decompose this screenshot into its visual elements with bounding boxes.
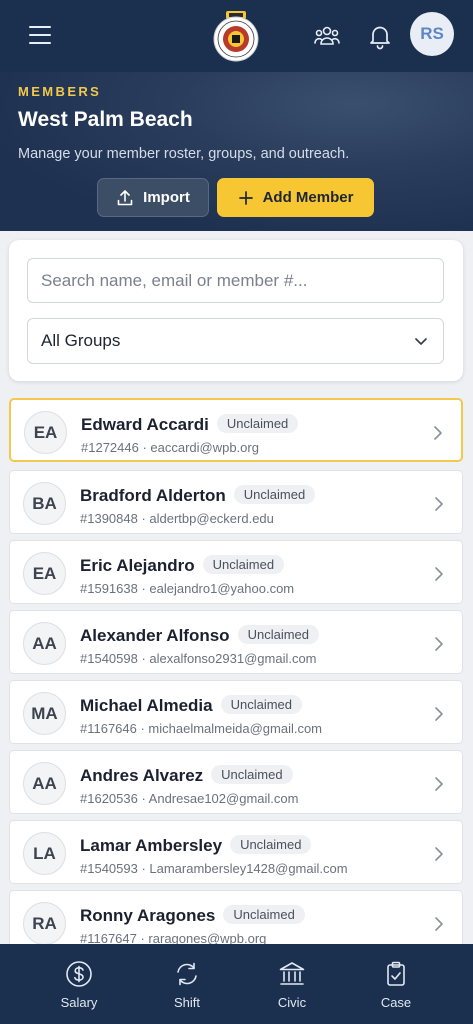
member-details: #1272446 · eaccardi@wpb.org [81,440,259,455]
member-name: Edward Accardi [81,415,209,434]
status-badge: Unclaimed [223,905,305,924]
member-row[interactable]: LA Lamar Ambersley Unclaimed #1540593 · L… [9,820,463,884]
member-avatar: BA [23,482,66,525]
nav-label: Shift [173,995,200,1010]
status-badge: Unclaimed [211,765,293,784]
member-name: Bradford Alderton [80,486,226,505]
groups-icon[interactable] [313,22,341,50]
nav-item-salary[interactable]: Salary [39,944,119,1024]
chevron-down-icon [415,338,427,345]
chevron-right-icon [435,707,443,721]
status-badge: Unclaimed [230,835,312,854]
page-title: West Palm Beach [18,108,193,131]
chevron-right-icon [435,497,443,511]
section-eyebrow: MEMBERS [18,84,102,99]
chevron-right-icon [435,637,443,651]
member-details: #1591638 · ealejandro1@yahoo.com [80,581,295,596]
member-details: #1390848 · aldertbp@eckerd.edu [80,511,274,526]
upload-icon [117,189,133,205]
status-badge: Unclaimed [216,414,299,433]
chevron-right-icon [435,917,443,931]
member-row[interactable]: EA Eric Alejandro Unclaimed #1591638 · ea… [9,540,463,604]
nav-label: Case [380,995,412,1010]
swap-icon [177,962,197,986]
member-row[interactable]: MA Michael Almedia Unclaimed #1167646 · m… [9,680,463,744]
import-button-label: Import [143,189,190,206]
status-badge: Unclaimed [233,485,316,504]
member-details: #1167646 · michaelmalmeida@gmail.com [80,721,323,736]
search-input[interactable] [27,258,444,303]
add-member-button[interactable]: Add Member [217,178,374,217]
member-avatar: RA [23,902,66,945]
import-button[interactable]: Import [97,178,209,217]
member-row[interactable]: AA Alexander Alfonso Unclaimed #1540598 ·… [9,610,463,674]
chevron-right-icon [435,777,443,791]
nav-item-shift[interactable]: Shift [147,944,227,1024]
member-name: Andres Alvarez [80,766,204,785]
dollar-icon [66,961,92,987]
status-badge: Unclaimed [202,555,285,574]
member-avatar: MA [23,692,66,735]
clipboard-icon [387,961,405,986]
members-hero: MEMBERS West Palm Beach Manage your memb… [0,72,473,231]
member-avatar: LA [23,832,66,875]
nav-label: Civic [277,995,307,1010]
chevron-right-icon [435,847,443,861]
member-name: Eric Alejandro [80,556,195,575]
nav-item-case[interactable]: Case [356,944,436,1024]
member-row[interactable]: AA Andres Alvarez Unclaimed #1620536 · An… [9,750,463,814]
nav-label: Salary [60,995,98,1010]
plus-icon [238,190,253,205]
building-icon [279,962,305,985]
chevron-right-icon [434,426,442,440]
nav-item-civic[interactable]: Civic [252,944,332,1024]
member-name: Lamar Ambersley [80,836,223,855]
member-avatar: EA [24,411,67,454]
group-select-value: All Groups [41,331,121,350]
bell-icon[interactable] [366,22,394,50]
member-name: Ronny Aragones [80,906,216,925]
bottom-nav: Salary Shift Civic Case [0,944,473,1024]
status-badge: Unclaimed [237,625,319,644]
group-select[interactable]: All Groups [27,318,444,364]
member-details: #1540593 · Lamarambersley1428@gmail.com [80,861,348,876]
page-subtitle: Manage your member roster, groups, and o… [18,146,350,162]
member-row[interactable]: BA Bradford Alderton Unclaimed #1390848 ·… [9,470,463,534]
top-bar: RS [0,0,473,72]
member-row[interactable]: EA Edward Accardi Unclaimed #1272446 · ea… [9,398,463,462]
member-avatar: EA [23,552,66,595]
menu-icon[interactable] [28,24,52,46]
member-details: #1620536 · Andresae102@gmail.com [80,791,299,806]
member-details: #1540598 · alexalfonso2931@gmail.com [80,651,317,666]
union-seal-icon[interactable] [212,10,260,62]
member-name: Michael Almedia [80,696,213,715]
status-badge: Unclaimed [220,695,303,714]
member-avatar: AA [23,762,66,805]
filter-panel: All Groups [9,240,463,381]
add-member-label: Add Member [262,189,354,206]
chevron-right-icon [435,567,443,581]
member-avatar: AA [23,622,66,665]
user-avatar[interactable]: RS [410,12,454,56]
member-name: Alexander Alfonso [80,626,230,645]
